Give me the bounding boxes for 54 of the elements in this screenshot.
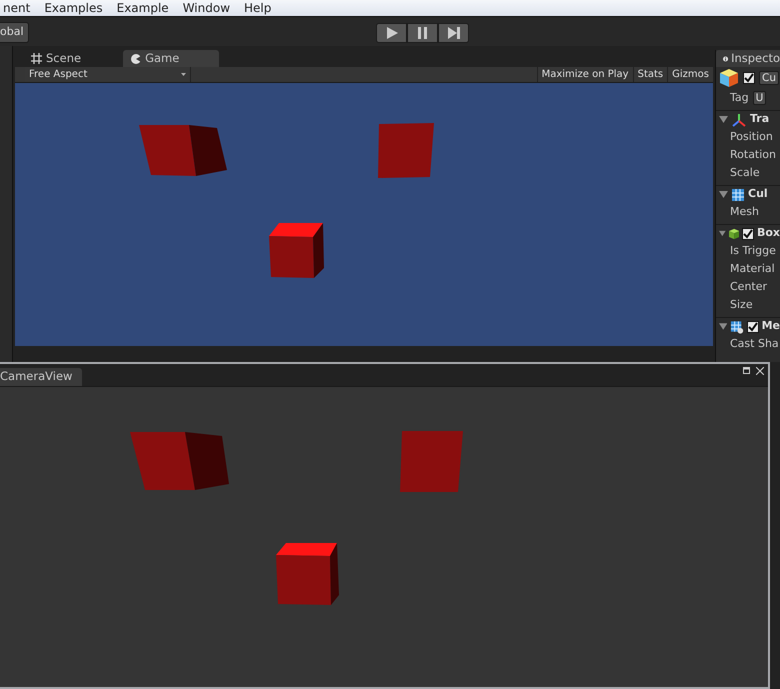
menu-item[interactable]: Example (110, 0, 176, 17)
play-button[interactable] (376, 23, 407, 43)
caret-icon (181, 73, 186, 76)
inspector-tab[interactable]: Inspecto (716, 50, 780, 67)
property-label: Mesh (730, 204, 759, 220)
property-label: Cast Sha (730, 336, 779, 352)
mesh-grid-icon (731, 188, 745, 202)
close-icon (756, 367, 764, 375)
checkbox[interactable] (743, 72, 755, 84)
property-label: Size (730, 296, 753, 313)
component-title[interactable]: Cul (748, 186, 768, 203)
pause-icon (415, 26, 430, 40)
property-label: Scale (730, 164, 760, 181)
step-icon (446, 26, 461, 40)
pacman-icon (131, 54, 142, 64)
checkbox[interactable] (742, 228, 754, 240)
component-title[interactable]: Me (762, 318, 780, 335)
property-label: Center (730, 278, 768, 295)
view-tab[interactable]: Game (123, 50, 220, 67)
view-tab[interactable]: Scene (23, 50, 122, 67)
component-title[interactable]: Tra (750, 111, 770, 128)
property-label: Position (730, 128, 773, 145)
pause-button[interactable] (407, 23, 438, 43)
cube-drawing (378, 123, 434, 178)
property-label: Material (730, 260, 775, 277)
component-title[interactable]: Box (756, 225, 780, 242)
grid-icon (31, 53, 42, 64)
info-icon (723, 54, 728, 64)
cube-drawing (269, 223, 324, 278)
expand-triangle-icon (719, 323, 728, 330)
menu-item[interactable]: Examples (37, 0, 110, 17)
cube-drawing (400, 431, 463, 492)
menu-item[interactable]: Window (176, 0, 238, 17)
property-label: Rotation (730, 146, 776, 163)
play-icon (384, 26, 399, 40)
window-tab[interactable]: CameraView (0, 368, 82, 386)
step-button[interactable] (438, 23, 469, 43)
tag-label: Tag (730, 90, 749, 106)
pivot-toggle-button[interactable]: obal (0, 22, 29, 43)
menu-item[interactable]: nent (0, 0, 38, 17)
tag-dropdown[interactable]: U (752, 91, 766, 105)
cube-icon (728, 226, 739, 240)
menu-item[interactable]: Help (237, 0, 278, 17)
expand-triangle-icon (719, 191, 728, 198)
cube-drawing (276, 543, 339, 605)
axes-icon (731, 112, 747, 126)
mesh-renderer-icon (730, 320, 744, 334)
expand-triangle-icon (719, 230, 726, 237)
property-label: Is Trigge (730, 242, 776, 259)
cube-icon (719, 68, 739, 88)
checkbox[interactable] (746, 320, 759, 332)
name-field[interactable]: Cu (759, 71, 779, 85)
expand-triangle-icon (719, 116, 728, 123)
maximize-icon (743, 367, 750, 374)
